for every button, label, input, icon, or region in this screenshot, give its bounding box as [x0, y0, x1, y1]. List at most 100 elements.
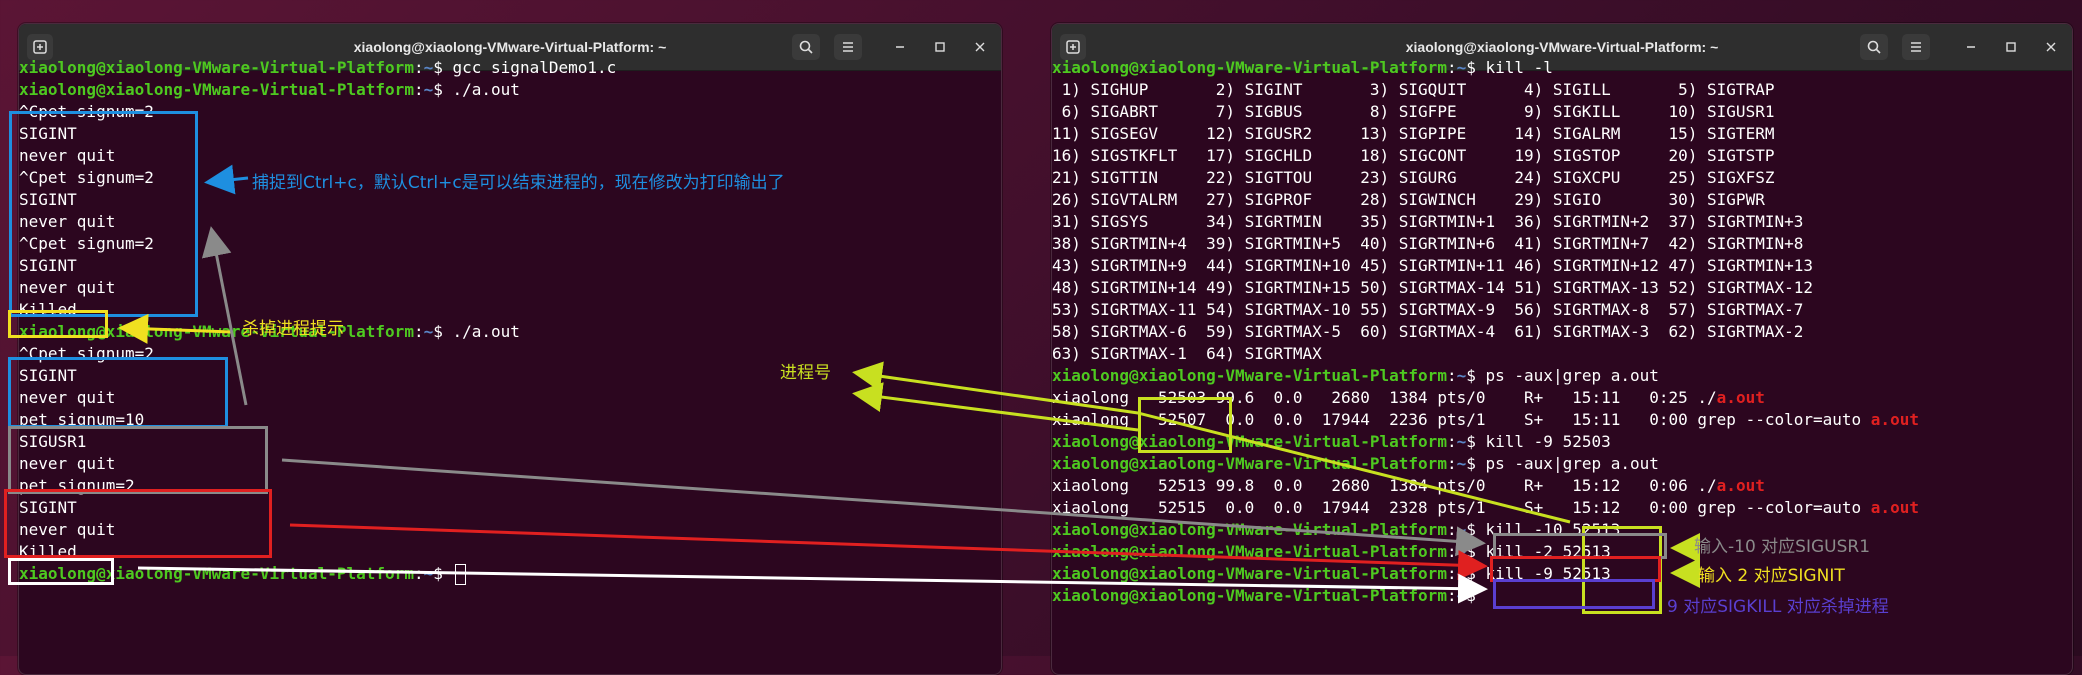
prompt-path: ~ — [1456, 366, 1467, 385]
hamburger-icon — [1911, 42, 1921, 52]
output-text: 11) SIGSEGV 12) SIGUSR2 13) SIGPIPE 14) … — [1052, 124, 1775, 143]
killed-box-2 — [8, 558, 114, 585]
grep-match: a.out — [1870, 410, 1919, 429]
prompt-sep: : — [413, 58, 424, 77]
prompt-sep: : — [1446, 520, 1457, 539]
prompt-line: xiaolong@xiaolong-VMware-Virtual-Platfor… — [1052, 431, 1611, 453]
command-text: gcc signalDemo1.c — [442, 58, 617, 77]
prompt-symbol: $ — [1466, 564, 1476, 583]
pid-box — [1138, 397, 1232, 453]
kill-9-box — [1493, 579, 1655, 609]
prompt-path: ~ — [1456, 454, 1467, 473]
minimize-button[interactable] — [889, 36, 911, 58]
prompt-sep: : — [1446, 454, 1457, 473]
maximize-icon — [935, 42, 945, 52]
prompt-symbol: $ — [433, 322, 443, 341]
prompt-symbol: $ — [1466, 366, 1476, 385]
maximize-button[interactable] — [2000, 36, 2022, 58]
output-line: 21) SIGTTIN 22) SIGTTOU 23) SIGURG 24) S… — [1052, 167, 1774, 189]
prompt-symbol: $ — [1466, 586, 1476, 605]
grep-match: a.out — [1870, 498, 1919, 517]
prompt-line: xiaolong@xiaolong-VMware-Virtual-Platfor… — [1052, 453, 1659, 475]
note-pid: 进程号 — [780, 363, 831, 383]
close-icon — [975, 42, 985, 52]
search-button[interactable] — [792, 34, 820, 60]
command-text: ps -aux|grep a.out — [1475, 454, 1659, 473]
prompt-symbol: $ — [1466, 520, 1476, 539]
command-text: ./a.out — [442, 80, 520, 99]
prompt-line: xiaolong@xiaolong-VMware-Virtual-Platfor… — [19, 57, 616, 79]
sigint-output-box — [8, 357, 228, 428]
prompt-user: xiaolong@xiaolong-VMware-Virtual-Platfor… — [1052, 366, 1447, 385]
prompt-path: ~ — [423, 80, 434, 99]
sigint2-output-box — [4, 489, 272, 558]
output-text: 53) SIGRTMAX-11 54) SIGRTMAX-10 55) SIGR… — [1052, 300, 1804, 319]
prompt-sep: : — [1446, 432, 1457, 451]
close-button[interactable] — [2040, 36, 2062, 58]
output-text: 6) SIGABRT 7) SIGBUS 8) SIGFPE 9) SIGKIL… — [1052, 102, 1775, 121]
prompt-line: xiaolong@xiaolong-VMware-Virtual-Platfor… — [1052, 585, 1486, 607]
output-text: 21) SIGTTIN 22) SIGTTOU 23) SIGURG 24) S… — [1052, 168, 1775, 187]
output-text: 63) SIGRTMAX-1 64) SIGRTMAX — [1052, 344, 1322, 363]
command-text — [443, 564, 453, 583]
prompt-path: ~ — [1456, 432, 1467, 451]
prompt-user: xiaolong@xiaolong-VMware-Virtual-Platfor… — [1052, 586, 1447, 605]
minimize-icon — [896, 46, 904, 48]
output-line: 38) SIGRTMIN+4 39) SIGRTMIN+5 40) SIGRTM… — [1052, 233, 1803, 255]
output-line: 43) SIGRTMIN+9 44) SIGRTMIN+10 45) SIGRT… — [1052, 255, 1813, 277]
prompt-symbol: $ — [1466, 58, 1476, 77]
search-icon — [799, 40, 813, 54]
maximize-icon — [2006, 42, 2016, 52]
note-capture-ctrl-c: 捕捉到Ctrl+c，默认Ctrl+c是可以结束进程的，现在修改为打印输出了 — [252, 173, 785, 193]
prompt-path: ~ — [1456, 564, 1467, 583]
note-kill-hint: 杀掉进程提示 — [242, 319, 344, 339]
close-icon — [2046, 42, 2056, 52]
output-line: 48) SIGRTMIN+14 49) SIGRTMIN+15 50) SIGR… — [1052, 277, 1813, 299]
grep-match: a.out — [1716, 476, 1765, 495]
menu-button[interactable] — [1902, 34, 1930, 60]
output-line: 1) SIGHUP 2) SIGINT 3) SIGQUIT 4) SIGILL… — [1052, 79, 1775, 101]
output-line: 26) SIGVTALRM 27) SIGPROF 28) SIGWINCH 2… — [1052, 189, 1765, 211]
output-text: 26) SIGVTALRM 27) SIGPROF 28) SIGWINCH 2… — [1052, 190, 1765, 209]
output-line: xiaolong 52513 99.8 0.0 2680 1384 pts/0 … — [1052, 475, 1765, 497]
prompt-symbol: $ — [1466, 432, 1476, 451]
prompt-path: ~ — [423, 58, 434, 77]
prompt-symbol: $ — [1466, 454, 1476, 473]
close-button[interactable] — [969, 36, 991, 58]
text-cursor — [454, 564, 466, 585]
command-text: ps -aux|grep a.out — [1475, 366, 1659, 385]
output-text: 1) SIGHUP 2) SIGINT 3) SIGQUIT 4) SIGILL… — [1052, 80, 1775, 99]
minimize-icon — [1967, 46, 1975, 48]
output-line: 11) SIGSEGV 12) SIGUSR2 13) SIGPIPE 14) … — [1052, 123, 1774, 145]
ctrl-c-output-box — [9, 111, 198, 317]
prompt-sep: : — [1446, 366, 1457, 385]
prompt-user: xiaolong@xiaolong-VMware-Virtual-Platfor… — [1052, 454, 1447, 473]
prompt-symbol: $ — [433, 58, 443, 77]
prompt-path: ~ — [1456, 542, 1467, 561]
minimize-button[interactable] — [1960, 36, 1982, 58]
maximize-button[interactable] — [929, 36, 951, 58]
search-button[interactable] — [1860, 34, 1888, 60]
menu-button[interactable] — [834, 34, 862, 60]
prompt-user: xiaolong@xiaolong-VMware-Virtual-Platfor… — [19, 58, 414, 77]
prompt-sep: : — [413, 80, 424, 99]
output-text: 31) SIGSYS 34) SIGRTMIN 35) SIGRTMIN+1 3… — [1052, 212, 1804, 231]
output-text: xiaolong 52513 99.8 0.0 2680 1384 pts/0 … — [1052, 476, 1717, 495]
command-text: ./a.out — [442, 322, 520, 341]
prompt-user: xiaolong@xiaolong-VMware-Virtual-Platfor… — [1052, 564, 1447, 583]
output-line: 53) SIGRTMAX-11 54) SIGRTMAX-10 55) SIGR… — [1052, 299, 1803, 321]
output-text: 43) SIGRTMIN+9 44) SIGRTMIN+10 45) SIGRT… — [1052, 256, 1813, 275]
output-text: 58) SIGRTMAX-6 59) SIGRTMAX-5 60) SIGRTM… — [1052, 322, 1804, 341]
command-text: kill -l — [1475, 58, 1553, 77]
prompt-line: xiaolong@xiaolong-VMware-Virtual-Platfor… — [1052, 57, 1553, 79]
output-line: 6) SIGABRT 7) SIGBUS 8) SIGFPE 9) SIGKIL… — [1052, 101, 1775, 123]
output-text: 48) SIGRTMIN+14 49) SIGRTMIN+15 50) SIGR… — [1052, 278, 1813, 297]
prompt-path: ~ — [1456, 58, 1467, 77]
output-text: 38) SIGRTMIN+4 39) SIGRTMIN+5 40) SIGRTM… — [1052, 234, 1804, 253]
prompt-symbol: $ — [433, 80, 443, 99]
killed-box-1 — [8, 310, 108, 338]
output-line: xiaolong 52515 0.0 0.0 17944 2328 pts/1 … — [1052, 497, 1919, 519]
prompt-sep: : — [413, 564, 424, 583]
prompt-user: xiaolong@xiaolong-VMware-Virtual-Platfor… — [1052, 58, 1447, 77]
prompt-user: xiaolong@xiaolong-VMware-Virtual-Platfor… — [19, 80, 414, 99]
